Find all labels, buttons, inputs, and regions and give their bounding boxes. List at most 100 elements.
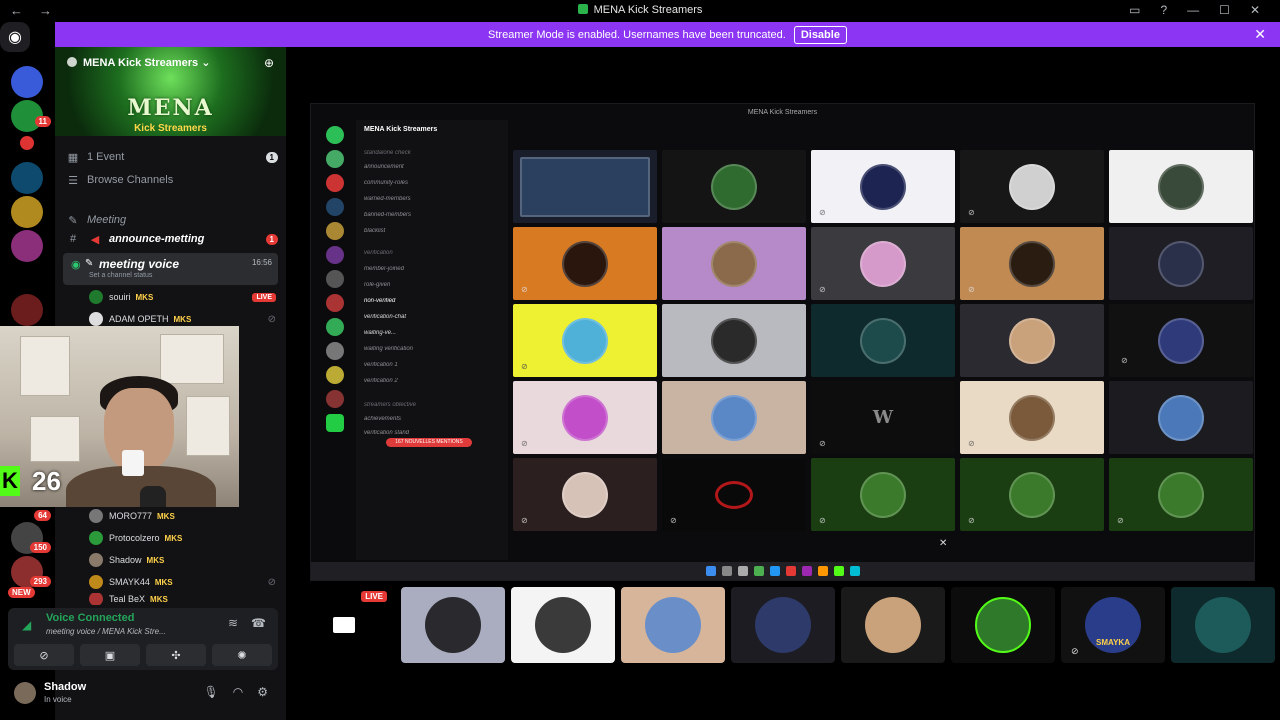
maximize-icon[interactable]: ☐ [1219,3,1230,17]
inbox-icon[interactable]: ▭ [1129,3,1140,17]
server-icon [326,174,344,192]
invite-icon[interactable]: ⊕ [264,56,274,70]
participant-tile: W ⊘ [811,381,955,454]
close-window-icon[interactable]: ✕ [1250,3,1260,17]
member-tag: MKS [150,594,168,604]
voice-connected-subtitle[interactable]: meeting voice / MENA Kick Stre... [46,627,166,636]
stream-channel: standalone check [364,150,411,156]
participant-strip: LIVE SMAYKA ⊘ [293,587,1275,663]
participant-tile [960,304,1104,377]
disable-streamer-mode-button[interactable]: Disable [793,25,847,44]
participant-avatar [1158,394,1204,441]
muted-icon: ⊘ [819,285,826,294]
search-icon [721,566,732,576]
streamer-mode-banner: Streamer Mode is enabled. Usernames have… [55,22,1280,47]
stream-server-name: MENA Kick Streamers [364,126,438,133]
voice-member[interactable]: SMAYK44 MKS ⊘ [89,573,276,591]
participant-tile: ⊘ [960,381,1104,454]
microphone [140,486,166,507]
soundboard-button[interactable]: ✺ [212,644,272,666]
participant-card[interactable]: SMAYKA ⊘ [1061,587,1165,663]
mention-badge: 293 [29,576,51,587]
participant-card[interactable] [1171,587,1275,663]
server-icon[interactable] [11,196,43,228]
participant-card[interactable] [401,587,505,663]
mention-badge: 150 [29,542,51,553]
participant-tile [1109,227,1253,300]
server-banner: MENA Kick Streamers ⌄ ⊕ MENA Kick Stream… [55,47,286,136]
stream-channel: announcement [364,164,404,170]
server-icon [326,390,344,408]
voice-member[interactable]: Teal BeX MKS [89,593,276,605]
avatar [89,531,103,545]
close-banner-icon[interactable]: ✕ [1254,26,1266,43]
member-tag: MKS [157,511,175,521]
voice-timer: 16:56 [251,258,272,267]
discord-home-icon[interactable]: ◉ [0,22,30,52]
participant-card[interactable] [511,587,615,663]
stream-titlebar: MENA Kick Streamers [747,108,818,116]
participant-avatar [711,163,757,210]
channel-announce[interactable]: # ◀ announce-metting 1 [65,229,278,249]
voice-member[interactable]: MORO777 MKS [89,507,276,525]
participant-tile [1109,381,1253,454]
participant-avatar [711,317,757,364]
window-titlebar: ← → MENA Kick Streamers ▭ ? — ☐ ✕ [0,0,1280,22]
participant-card[interactable] [731,587,835,663]
stream-channel: banned-members [364,212,412,218]
microphone-icon[interactable]: 🎙︎ [204,685,219,699]
participant-avatar [1009,394,1055,441]
camera-off-button[interactable]: ⊘ [14,644,74,666]
muted-icon: ⊘ [521,439,528,448]
voice-member[interactable]: souiri MKS LIVE [89,288,276,306]
server-name-header[interactable]: MENA Kick Streamers ⌄ [67,56,210,69]
screenshare-stream[interactable]: MENA Kick Streamers MENA Kick Streamers … [310,103,1255,581]
server-icon[interactable] [11,162,43,194]
participant-card[interactable] [951,587,1055,663]
minimize-icon[interactable]: — [1187,3,1199,17]
avatar [89,312,103,326]
participant-card[interactable] [841,587,945,663]
participant-tile [1109,150,1253,223]
server-icon[interactable] [11,66,43,98]
channel-status[interactable]: Set a channel status [89,272,152,279]
browse-channels-item[interactable]: ☰ Browse Channels [65,170,278,190]
username[interactable]: Shadow [44,681,86,693]
participant-card[interactable] [621,587,725,663]
participant-avatar [562,471,608,518]
participant-tile: ⊘ [811,227,955,300]
muted-icon: ⊘ [968,439,975,448]
window-title: MENA Kick Streamers [0,4,1280,16]
participant-avatar [1158,240,1204,287]
server-icon[interactable] [11,230,43,262]
disconnect-icon[interactable]: ☎ [251,616,266,630]
category-meeting[interactable]: ✎ Meeting [65,210,278,230]
taskbar-app-icon [833,566,844,576]
screenshare-card[interactable]: LIVE [293,587,395,663]
headphones-icon[interactable]: ◠ [233,685,243,699]
participant-avatar [865,597,921,653]
help-icon[interactable]: ? [1160,3,1167,17]
participant-avatar [1158,163,1204,210]
server-icon[interactable] [11,294,43,326]
participant-tile [662,150,806,223]
participant-avatar [1009,471,1055,518]
voice-icon: ◉ [71,259,81,271]
server-icon[interactable] [20,136,34,150]
user-avatar[interactable] [14,682,36,704]
voice-member[interactable]: Shadow MKS [89,551,276,569]
announce-count: 1 [265,233,278,245]
noise-suppression-icon[interactable]: ≋ [228,616,238,630]
muted-icon: ⊘ [1121,356,1128,365]
voice-channel-meeting[interactable]: ◉ ✎ meeting voice 16:56 Set a channel st… [63,253,278,285]
voice-member[interactable]: Protocolzero MKS [89,529,276,547]
events-item[interactable]: ▦ 1 Event 1 [65,147,278,167]
server-logo-subtitle: Kick Streamers [134,123,207,134]
participant-tile: ⊘ [1109,304,1253,377]
screen-thumbnail [520,156,650,217]
signal-icon[interactable]: ◢ [22,618,31,632]
activities-button[interactable]: ✣ [146,644,206,666]
muted-icon: ⊘ [1071,646,1079,656]
share-screen-button[interactable]: ▣ [80,644,140,666]
settings-gear-icon[interactable]: ⚙ [257,685,268,699]
